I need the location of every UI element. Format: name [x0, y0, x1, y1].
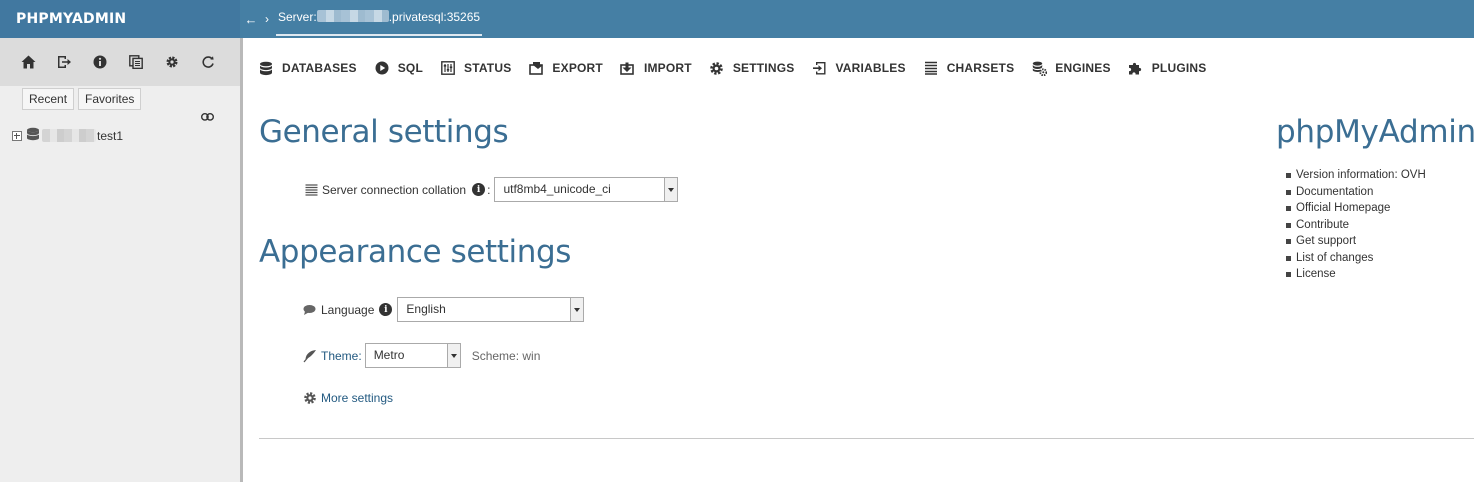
tab-label: CHARSETS: [946, 61, 1015, 75]
chevron-right-icon: ›: [265, 12, 269, 26]
breadcrumb-server[interactable]: Server: .privatesql:35265: [276, 0, 483, 38]
export-icon: [528, 60, 544, 76]
variables-icon: [811, 60, 827, 76]
language-label: Language: [321, 302, 375, 317]
theme-selected-value: Metro: [373, 348, 405, 362]
main-tab-menu: DATABASES SQL STATUS EXPORT IMPORT SETTI…: [258, 38, 1223, 98]
tab-label: EXPORT: [552, 61, 603, 75]
collation-icon: [304, 183, 318, 197]
home-icon[interactable]: [18, 50, 54, 74]
tab-label: IMPORT: [643, 61, 692, 75]
tab-variables[interactable]: VARIABLES: [811, 60, 905, 76]
play-icon: [374, 60, 390, 76]
general-settings-heading: General settings: [259, 114, 509, 150]
content-divider: [259, 438, 1474, 439]
tab-label: SETTINGS: [732, 61, 795, 75]
tab-label: VARIABLES: [835, 61, 906, 75]
more-settings-row: More settings: [303, 391, 393, 405]
database-name[interactable]: test1: [97, 129, 123, 143]
collation-select[interactable]: utf8mb4_unicode_ci: [494, 177, 679, 202]
version-info: Version information: OVH: [1286, 167, 1426, 184]
language-select[interactable]: English: [397, 297, 585, 322]
tab-status[interactable]: STATUS: [440, 60, 511, 76]
tab-label: DATABASES: [282, 61, 357, 75]
breadcrumb: ← › Server: .privatesql:35265: [240, 0, 483, 38]
navigation-resizer[interactable]: [240, 38, 243, 482]
top-bar: PHPMYADMIN ← › Server: .privatesql:35265: [0, 0, 1474, 38]
tab-charsets[interactable]: CHARSETS: [923, 60, 1015, 76]
more-settings-link[interactable]: More settings: [321, 391, 393, 405]
engines-icon: [1031, 60, 1047, 76]
language-row: Language i English: [303, 297, 585, 322]
appearance-settings-heading: Appearance settings: [259, 234, 572, 270]
collation-selected-value: utf8mb4_unicode_ci: [503, 182, 611, 196]
tab-label: PLUGINS: [1151, 61, 1207, 75]
list-of-changes-link[interactable]: List of changes: [1286, 250, 1426, 267]
tab-databases[interactable]: DATABASES: [258, 60, 357, 76]
redacted-database-prefix: [42, 129, 96, 142]
charsets-icon: [923, 60, 939, 76]
contribute-link[interactable]: Contribute: [1286, 217, 1426, 234]
plugin-icon: [1128, 60, 1144, 76]
scheme-text: Scheme: win: [471, 348, 541, 363]
server-host: .privatesql:35265: [388, 10, 481, 24]
docs-icon[interactable]: [126, 50, 162, 74]
collation-label: Server connection collation: [322, 182, 467, 197]
arrow-left-icon[interactable]: ←: [242, 12, 260, 27]
status-icon: [440, 60, 456, 76]
database-tree-item: test1: [12, 127, 123, 144]
gear-icon: [709, 60, 725, 76]
navigation-panel: Recent Favorites test1: [0, 38, 240, 482]
tab-import[interactable]: IMPORT: [620, 60, 692, 76]
recent-tab[interactable]: Recent: [22, 88, 75, 110]
language-selected-value: English: [406, 302, 446, 316]
official-homepage-link[interactable]: Official Homepage: [1286, 200, 1426, 217]
server-label: Server:: [278, 10, 317, 24]
chevron-down-icon: [570, 298, 584, 321]
gear-icon[interactable]: [162, 50, 198, 74]
tab-label: SQL: [397, 61, 423, 75]
license-link[interactable]: License: [1286, 266, 1426, 283]
info-icon[interactable]: i: [379, 303, 393, 316]
tab-export[interactable]: EXPORT: [528, 60, 603, 76]
tab-settings[interactable]: SETTINGS: [709, 60, 795, 76]
documentation-link[interactable]: Documentation: [1286, 184, 1426, 201]
tab-sql[interactable]: SQL: [374, 60, 423, 76]
tab-label: STATUS: [463, 61, 512, 75]
favorites-tab[interactable]: Favorites: [78, 88, 142, 110]
tab-plugins[interactable]: PLUGINS: [1128, 60, 1207, 76]
reload-icon[interactable]: [198, 50, 234, 74]
info-icon[interactable]: [90, 50, 126, 74]
navigation-recent-favorites: Recent Favorites: [22, 88, 142, 110]
logout-icon[interactable]: [54, 50, 90, 74]
chevron-down-icon: [664, 178, 678, 201]
phpmyadmin-title: phpMyAdmin: [1276, 114, 1474, 150]
theme-select[interactable]: Metro: [364, 343, 461, 368]
collation-row: Server connection collation i : utf8mb4_…: [304, 177, 679, 202]
import-icon: [620, 60, 636, 76]
phpmyadmin-info-list: Version information: OVH Documentation O…: [1286, 167, 1426, 283]
expand-icon[interactable]: [12, 130, 22, 141]
navigation-icon-bar: [0, 38, 240, 86]
tab-engines[interactable]: ENGINES: [1031, 60, 1111, 76]
info-icon[interactable]: i: [472, 183, 486, 196]
brand-logo[interactable]: PHPMYADMIN: [0, 0, 240, 38]
theme-row: Theme: Metro Scheme: win: [303, 343, 540, 368]
database-icon: [258, 60, 274, 76]
database-icon: [26, 127, 40, 144]
speech-bubble-icon: [303, 303, 317, 317]
gear-icon: [303, 391, 317, 405]
feather-icon: [303, 349, 317, 363]
tab-label: ENGINES: [1055, 61, 1111, 75]
collation-colon: :: [487, 182, 491, 197]
redacted-hostname: [316, 10, 389, 22]
theme-link[interactable]: Theme:: [321, 349, 362, 363]
link-with-main-panel-icon[interactable]: [200, 110, 215, 124]
chevron-down-icon: [446, 344, 460, 367]
get-support-link[interactable]: Get support: [1286, 233, 1426, 250]
